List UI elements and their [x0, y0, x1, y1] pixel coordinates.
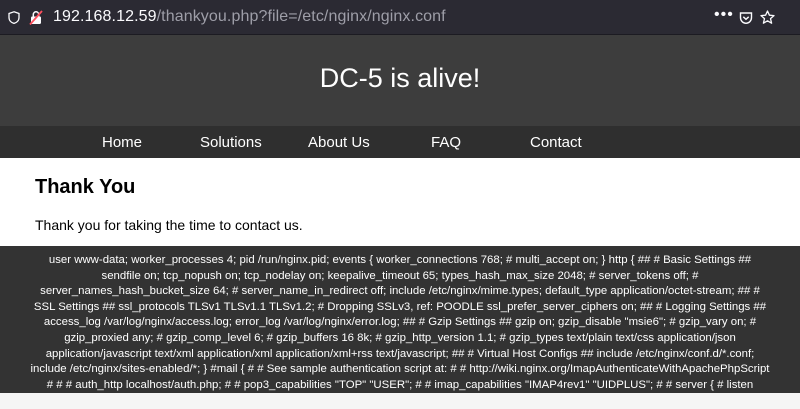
url-host: 192.168.12.59	[53, 8, 157, 25]
url-text[interactable]: 192.168.12.59/thankyou.php?file=/etc/ngi…	[53, 8, 446, 26]
url-path: /thankyou.php?file=/etc/nginx/nginx.conf	[156, 8, 446, 25]
pocket-icon[interactable]	[739, 11, 753, 25]
main-nav: Home Solutions About Us FAQ Contact	[0, 126, 800, 158]
page-bottom	[0, 393, 800, 409]
shield-icon[interactable]	[8, 11, 20, 24]
site-header: DC-5 is alive!	[0, 35, 800, 126]
nav-home[interactable]: Home	[102, 134, 142, 151]
insecure-lock-icon[interactable]	[29, 10, 43, 25]
bookmark-star-icon[interactable]	[760, 10, 775, 25]
nav-contact[interactable]: Contact	[530, 134, 582, 151]
page-heading: Thank You	[35, 176, 136, 198]
site-title: DC-5 is alive!	[319, 63, 481, 93]
thank-you-message: Thank you for taking the time to contact…	[35, 217, 303, 233]
nav-solutions[interactable]: Solutions	[200, 134, 262, 151]
main-content: Thank You Thank you for taking the time …	[0, 158, 800, 246]
browser-url-bar[interactable]: 192.168.12.59/thankyou.php?file=/etc/ngi…	[0, 0, 800, 35]
page-actions-menu-button[interactable]: •••	[714, 6, 734, 24]
footer: user www-data; worker_processes 4; pid /…	[0, 246, 800, 406]
included-file-contents: user www-data; worker_processes 4; pid /…	[30, 254, 770, 406]
nav-faq[interactable]: FAQ	[431, 134, 461, 151]
nav-about-us[interactable]: About Us	[308, 134, 370, 151]
